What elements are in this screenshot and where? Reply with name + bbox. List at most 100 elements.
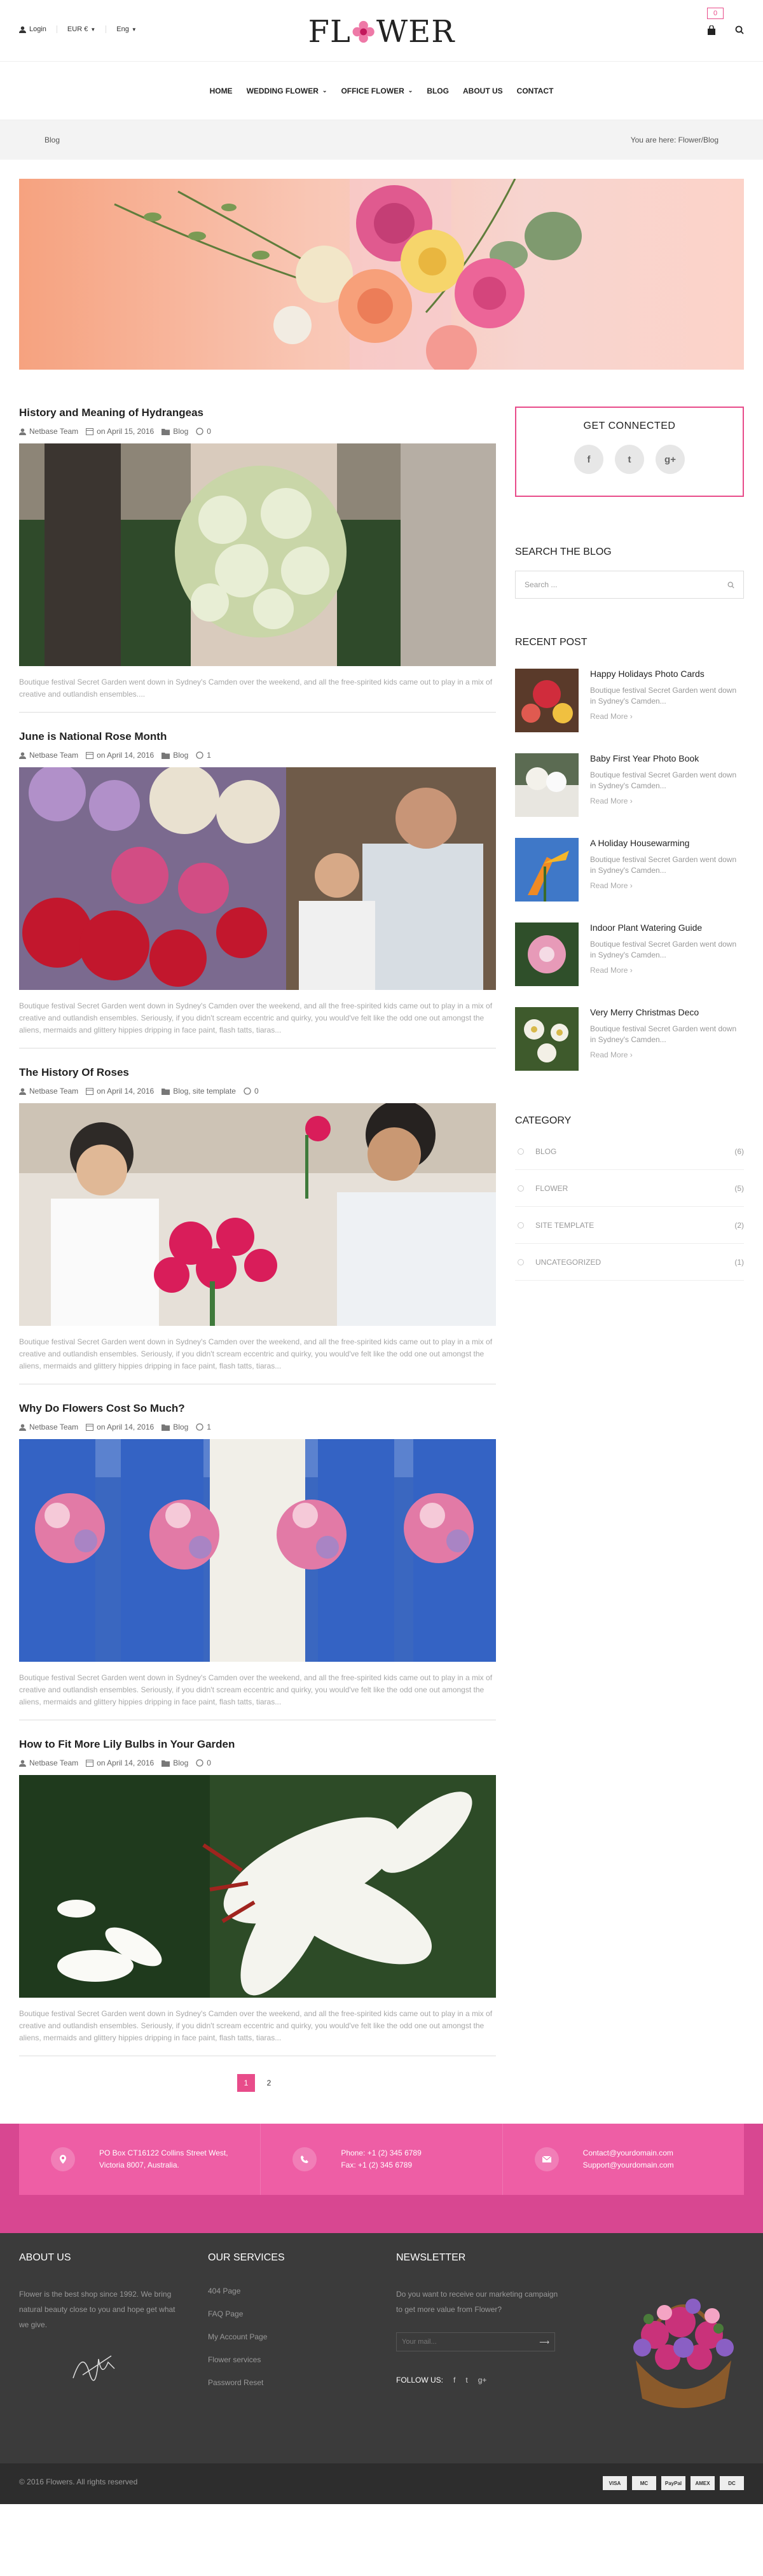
post-date: on April 14, 2016 (86, 1423, 154, 1431)
phone-number[interactable]: Phone: +1 (2) 345 6789 (341, 2147, 421, 2159)
post-comments[interactable]: 1 (196, 751, 211, 760)
bridesmaids-bouquets-photo (19, 1439, 496, 1662)
post-image-roses-shop[interactable] (19, 767, 496, 990)
contact-email[interactable]: Contact@yourdomain.com (583, 2147, 674, 2159)
category-item-uncategorized[interactable]: UNCATEGORIZED (1) (515, 1244, 744, 1281)
recent-post-title[interactable]: Indoor Plant Watering Guide (590, 922, 744, 933)
main-content: History and Meaning of Hydrangeas Netbas… (19, 407, 744, 2092)
recent-post-title[interactable]: Very Merry Christmas Deco (590, 1007, 744, 1017)
sidebar: GET CONNECTED f t g+ SEARCH THE BLOG Sea… (515, 407, 744, 2092)
google-plus-icon[interactable]: g+ (478, 2376, 487, 2385)
page-1-button[interactable]: 1 (237, 2074, 255, 2092)
post-comments[interactable]: 1 (196, 1423, 211, 1431)
login-link[interactable]: Login (19, 25, 57, 33)
circle-icon (518, 1258, 524, 1265)
post-author[interactable]: Netbase Team (19, 751, 78, 760)
site-logo[interactable]: FL WER (308, 14, 455, 50)
nav-item-about-us[interactable]: ABOUT US (456, 87, 510, 95)
calendar-icon (86, 1424, 94, 1431)
post-title[interactable]: Why Do Flowers Cost So Much? (19, 1402, 496, 1415)
post-title[interactable]: History and Meaning of Hydrangeas (19, 407, 496, 419)
post-category[interactable]: Blog (162, 751, 188, 760)
read-more-link[interactable]: Read More › (590, 966, 744, 975)
twitter-icon[interactable]: t (465, 2376, 467, 2385)
post-date: on April 14, 2016 (86, 1758, 154, 1767)
post-author[interactable]: Netbase Team (19, 1758, 78, 1767)
post-image-roses[interactable] (19, 1103, 496, 1326)
top-left-links: Login EUR € ▼ Eng ▼ (19, 25, 147, 33)
post-category[interactable]: Blog (162, 1423, 188, 1431)
recent-post-item[interactable]: Happy Holidays Photo Cards Boutique festi… (515, 669, 744, 732)
comment-count: 0 (254, 1087, 259, 1096)
post-title[interactable]: June is National Rose Month (19, 730, 496, 743)
flower-logo-icon (352, 20, 375, 43)
read-more-link[interactable]: Read More › (590, 712, 744, 721)
post-image-lilies[interactable] (19, 1775, 496, 1998)
language-select[interactable]: Eng ▼ (106, 25, 147, 33)
facebook-icon[interactable]: f (574, 445, 603, 474)
date-text: on April 14, 2016 (97, 1758, 155, 1767)
google-plus-icon[interactable]: g+ (656, 445, 685, 474)
hero-banner-image (19, 179, 744, 370)
main-navigation: HOME WEDDING FLOWER ⌄ OFFICE FLOWER ⌄ BLOG… (0, 62, 763, 120)
read-more-link[interactable]: Read More › (590, 797, 744, 805)
search-input[interactable]: Search ... (515, 571, 744, 599)
post-excerpt: Boutique festival Secret Garden went dow… (19, 2009, 493, 2042)
footer-link[interactable]: Flower services (208, 2355, 335, 2364)
nav-item-home[interactable]: HOME (203, 87, 240, 95)
currency-select[interactable]: EUR € ▼ (57, 25, 107, 33)
read-more-label: Read More (590, 1050, 628, 1059)
recent-post-title[interactable]: Baby First Year Photo Book (590, 753, 744, 763)
nav-label: CONTACT (516, 86, 554, 95)
post-image-hydrangea[interactable] (19, 443, 496, 666)
breadcrumb[interactable]: You are here: Flower/Blog (631, 136, 718, 144)
nav-item-office-flower[interactable]: OFFICE FLOWER ⌄ (334, 87, 420, 95)
post-comments[interactable]: 0 (196, 1758, 211, 1767)
twitter-icon[interactable]: t (615, 445, 644, 474)
category-item-flower[interactable]: FLOWER (5) (515, 1170, 744, 1207)
post-author[interactable]: Netbase Team (19, 427, 78, 436)
nav-item-wedding-flower[interactable]: WEDDING FLOWER ⌄ (240, 87, 334, 95)
page-2-button[interactable]: 2 (260, 2074, 278, 2092)
recent-post-item[interactable]: Indoor Plant Watering Guide Boutique fest… (515, 922, 744, 986)
arrow-right-icon[interactable]: ⟶ (539, 2338, 549, 2346)
post-comments[interactable]: 0 (244, 1087, 259, 1096)
facebook-icon[interactable]: f (453, 2376, 455, 2385)
search-icon[interactable] (735, 25, 744, 34)
post-category[interactable]: Blog (162, 427, 188, 436)
footer-link[interactable]: 404 Page (208, 2287, 335, 2295)
recent-post-title[interactable]: A Holiday Housewarming (590, 838, 744, 848)
category-item-site-template[interactable]: SITE TEMPLATE (2) (515, 1207, 744, 1244)
recent-post-excerpt: Boutique festival Secret Garden went dow… (590, 855, 737, 875)
recent-post-item[interactable]: Very Merry Christmas Deco Boutique festiv… (515, 1007, 744, 1071)
footer-link[interactable]: My Account Page (208, 2332, 335, 2341)
footer-link[interactable]: FAQ Page (208, 2309, 335, 2318)
category-item-blog[interactable]: BLOG (6) (515, 1133, 744, 1170)
recent-post-excerpt: Boutique festival Secret Garden went dow… (590, 1024, 737, 1044)
post-title[interactable]: The History Of Roses (19, 1066, 496, 1079)
post-comments[interactable]: 0 (196, 427, 211, 436)
read-more-link[interactable]: Read More › (590, 881, 744, 890)
logo-text-rest: WER (376, 14, 455, 50)
footer-about: ABOUT US Flower is the best shop since 1… (19, 2252, 178, 2386)
search-icon[interactable] (727, 581, 734, 588)
cart-button[interactable]: 0 (701, 8, 726, 46)
footer-link[interactable]: Password Reset (208, 2378, 335, 2387)
recent-post-item[interactable]: A Holiday Housewarming Boutique festival … (515, 838, 744, 902)
newsletter-email-field[interactable]: Your mail... ⟶ (396, 2332, 555, 2351)
recent-post-title[interactable]: Happy Holidays Photo Cards (590, 669, 744, 679)
nav-item-contact[interactable]: CONTACT (510, 87, 561, 95)
read-more-link[interactable]: Read More › (590, 1050, 744, 1059)
post-category[interactable]: Blog (162, 1758, 188, 1767)
user-icon (19, 1759, 26, 1767)
post-author[interactable]: Netbase Team (19, 1423, 78, 1431)
post-image-bridesmaids[interactable] (19, 1439, 496, 1662)
support-email[interactable]: Support@yourdomain.com (583, 2159, 674, 2171)
search-widget: SEARCH THE BLOG Search ... (515, 547, 744, 599)
recent-post-item[interactable]: Baby First Year Photo Book Boutique festi… (515, 753, 744, 817)
post-category[interactable]: Blog, site template (162, 1087, 236, 1096)
calendar-icon (86, 1088, 94, 1095)
post-title[interactable]: How to Fit More Lily Bulbs in Your Garde… (19, 1738, 496, 1751)
nav-item-blog[interactable]: BLOG (420, 87, 456, 95)
post-author[interactable]: Netbase Team (19, 1087, 78, 1096)
